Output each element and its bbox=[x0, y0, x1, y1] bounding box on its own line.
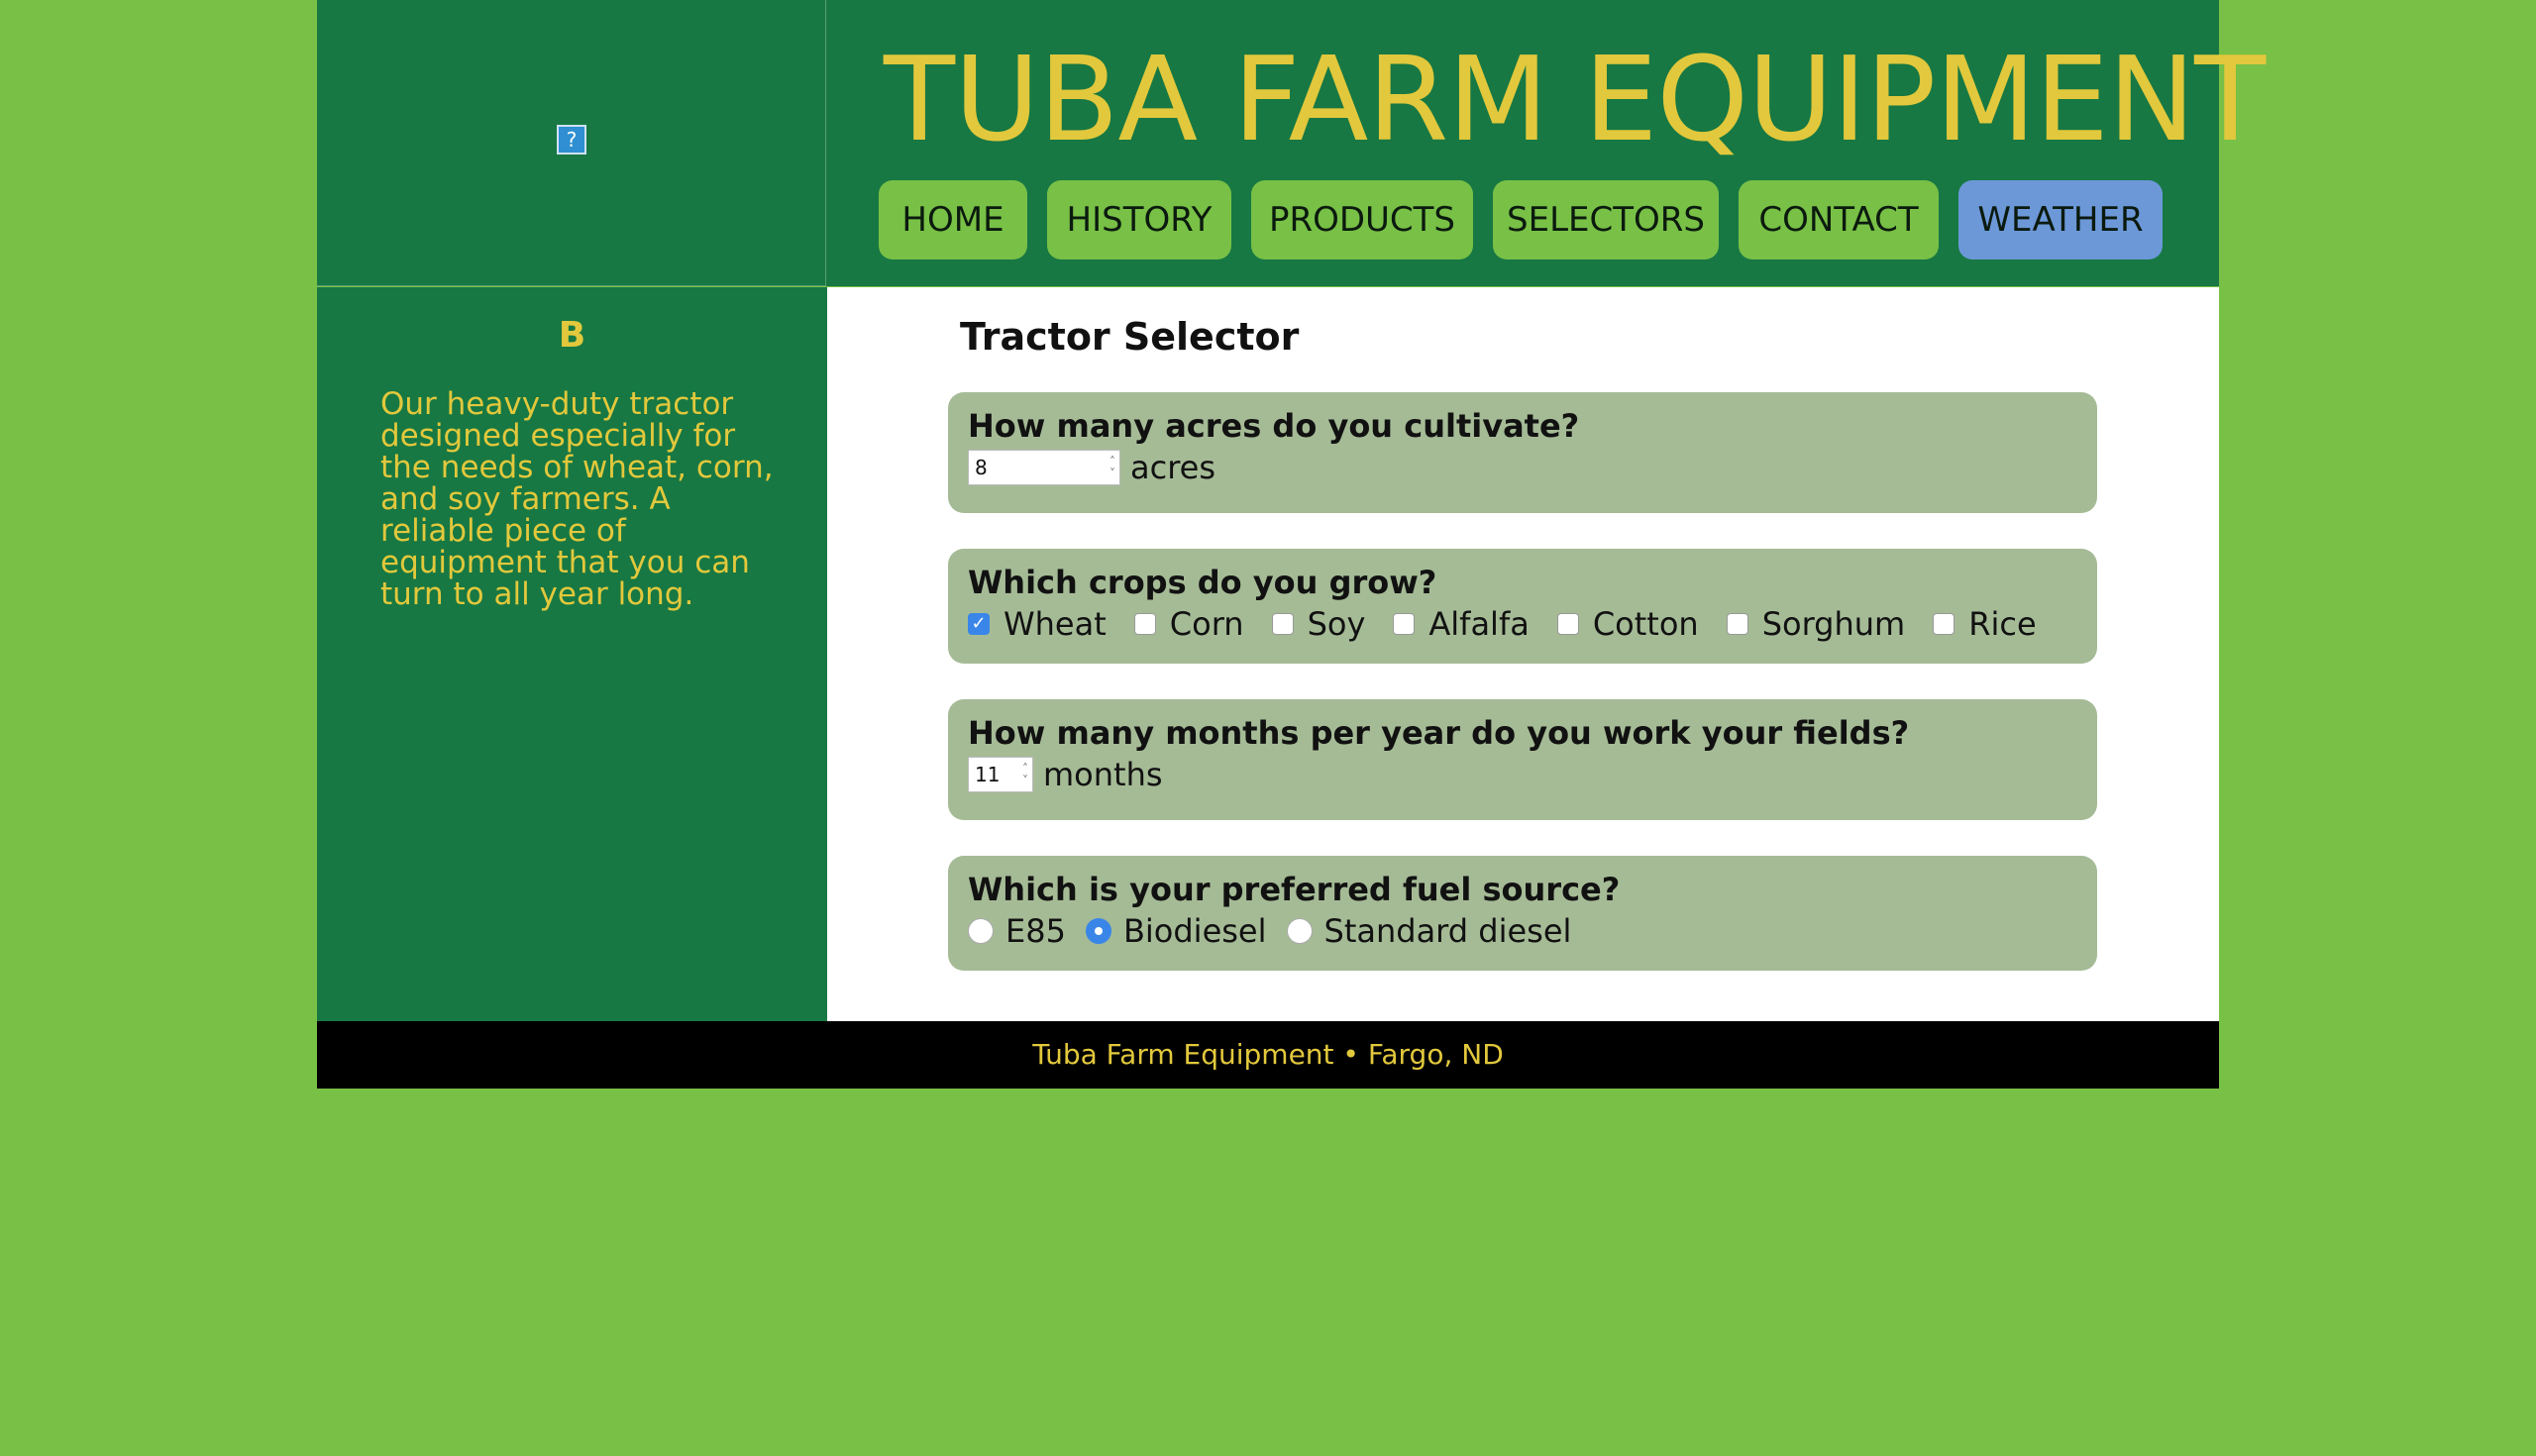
checkbox[interactable] bbox=[1271, 613, 1294, 635]
fuel-label: Standard diesel bbox=[1323, 912, 1572, 950]
checkbox[interactable] bbox=[1726, 613, 1748, 635]
checkbox[interactable] bbox=[1556, 613, 1579, 635]
crops-question-card: Which crops do you grow? ✓ Wheat Corn Soy… bbox=[948, 549, 2097, 664]
radio-button[interactable] bbox=[968, 918, 994, 944]
crop-option-alfalfa[interactable]: Alfalfa bbox=[1393, 604, 1530, 644]
broken-image-icon: ? bbox=[557, 125, 586, 155]
fuel-option-standard-diesel[interactable]: Standard diesel bbox=[1286, 911, 1572, 951]
nav-selectors[interactable]: SELECTORS bbox=[1493, 180, 1719, 260]
logo-area: ? bbox=[317, 0, 826, 286]
crop-label: Corn bbox=[1169, 605, 1244, 643]
months-input[interactable]: 11 ˄ ˅ bbox=[968, 757, 1033, 792]
nav-history[interactable]: HISTORY bbox=[1047, 180, 1231, 260]
page-title: Tractor Selector bbox=[960, 315, 1300, 359]
months-value: 11 bbox=[975, 763, 1001, 786]
fuel-label: E85 bbox=[1005, 912, 1066, 950]
crop-option-soy[interactable]: Soy bbox=[1271, 604, 1366, 644]
nav-home[interactable]: HOME bbox=[879, 180, 1027, 260]
crop-option-wheat[interactable]: ✓ Wheat bbox=[968, 604, 1107, 644]
fuel-option-biodiesel[interactable]: Biodiesel bbox=[1085, 911, 1267, 951]
acres-input[interactable]: 8 ˄ ˅ bbox=[968, 450, 1120, 485]
crop-label: Soy bbox=[1307, 605, 1366, 643]
main-content: Tractor Selector How many acres do you c… bbox=[827, 287, 2219, 1021]
checkbox[interactable] bbox=[1133, 613, 1156, 635]
spinner-icon[interactable]: ˄ ˅ bbox=[1022, 763, 1028, 786]
crop-option-sorghum[interactable]: Sorghum bbox=[1726, 604, 1906, 644]
sidebar-description: Our heavy-duty tractor designed especial… bbox=[380, 386, 774, 612]
months-question-card: How many months per year do you work you… bbox=[948, 699, 2097, 820]
crops-question: Which crops do you grow? bbox=[968, 564, 1437, 601]
sidebar: B Our heavy-duty tractor designed especi… bbox=[317, 287, 827, 1021]
acres-question-card: How many acres do you cultivate? 8 ˄ ˅ ac… bbox=[948, 392, 2097, 513]
crop-label: Cotton bbox=[1592, 605, 1699, 643]
crop-option-rice[interactable]: Rice bbox=[1933, 604, 2037, 644]
crop-label: Rice bbox=[1968, 605, 2037, 643]
crop-label: Alfalfa bbox=[1428, 605, 1530, 643]
sidebar-title: B bbox=[558, 315, 586, 356]
crop-option-corn[interactable]: Corn bbox=[1133, 604, 1244, 644]
radio-button-selected[interactable] bbox=[1085, 918, 1111, 944]
acres-value: 8 bbox=[975, 456, 988, 479]
footer: Tuba Farm Equipment • Fargo, ND bbox=[317, 1021, 2219, 1089]
months-question: How many months per year do you work you… bbox=[968, 714, 1910, 752]
acres-unit: acres bbox=[1130, 449, 1216, 486]
crop-label: Sorghum bbox=[1761, 605, 1906, 643]
nav-products[interactable]: PRODUCTS bbox=[1251, 180, 1473, 260]
checkbox[interactable] bbox=[1393, 613, 1416, 635]
spinner-icon[interactable]: ˄ ˅ bbox=[1110, 456, 1115, 479]
months-unit: months bbox=[1043, 756, 1163, 793]
fuel-question: Which is your preferred fuel source? bbox=[968, 871, 1621, 908]
site-title: TUBA FARM EQUIPMENT bbox=[884, 31, 2266, 167]
crop-option-cotton[interactable]: Cotton bbox=[1556, 604, 1699, 644]
fuel-question-card: Which is your preferred fuel source? E85… bbox=[948, 856, 2097, 971]
acres-question: How many acres do you cultivate? bbox=[968, 407, 1580, 445]
radio-button[interactable] bbox=[1286, 918, 1313, 944]
checkbox-checked[interactable]: ✓ bbox=[968, 613, 990, 635]
nav-weather[interactable]: WEATHER bbox=[1958, 180, 2163, 260]
fuel-option-e85[interactable]: E85 bbox=[968, 911, 1066, 951]
checkbox[interactable] bbox=[1933, 613, 1955, 635]
page: ? TUBA FARM EQUIPMENT HOME HISTORY PRODU… bbox=[317, 0, 2266, 1089]
header: TUBA FARM EQUIPMENT HOME HISTORY PRODUCT… bbox=[826, 0, 2266, 286]
crop-label: Wheat bbox=[1004, 605, 1107, 643]
nav-contact[interactable]: CONTACT bbox=[1739, 180, 1939, 260]
fuel-label: Biodiesel bbox=[1122, 912, 1267, 950]
